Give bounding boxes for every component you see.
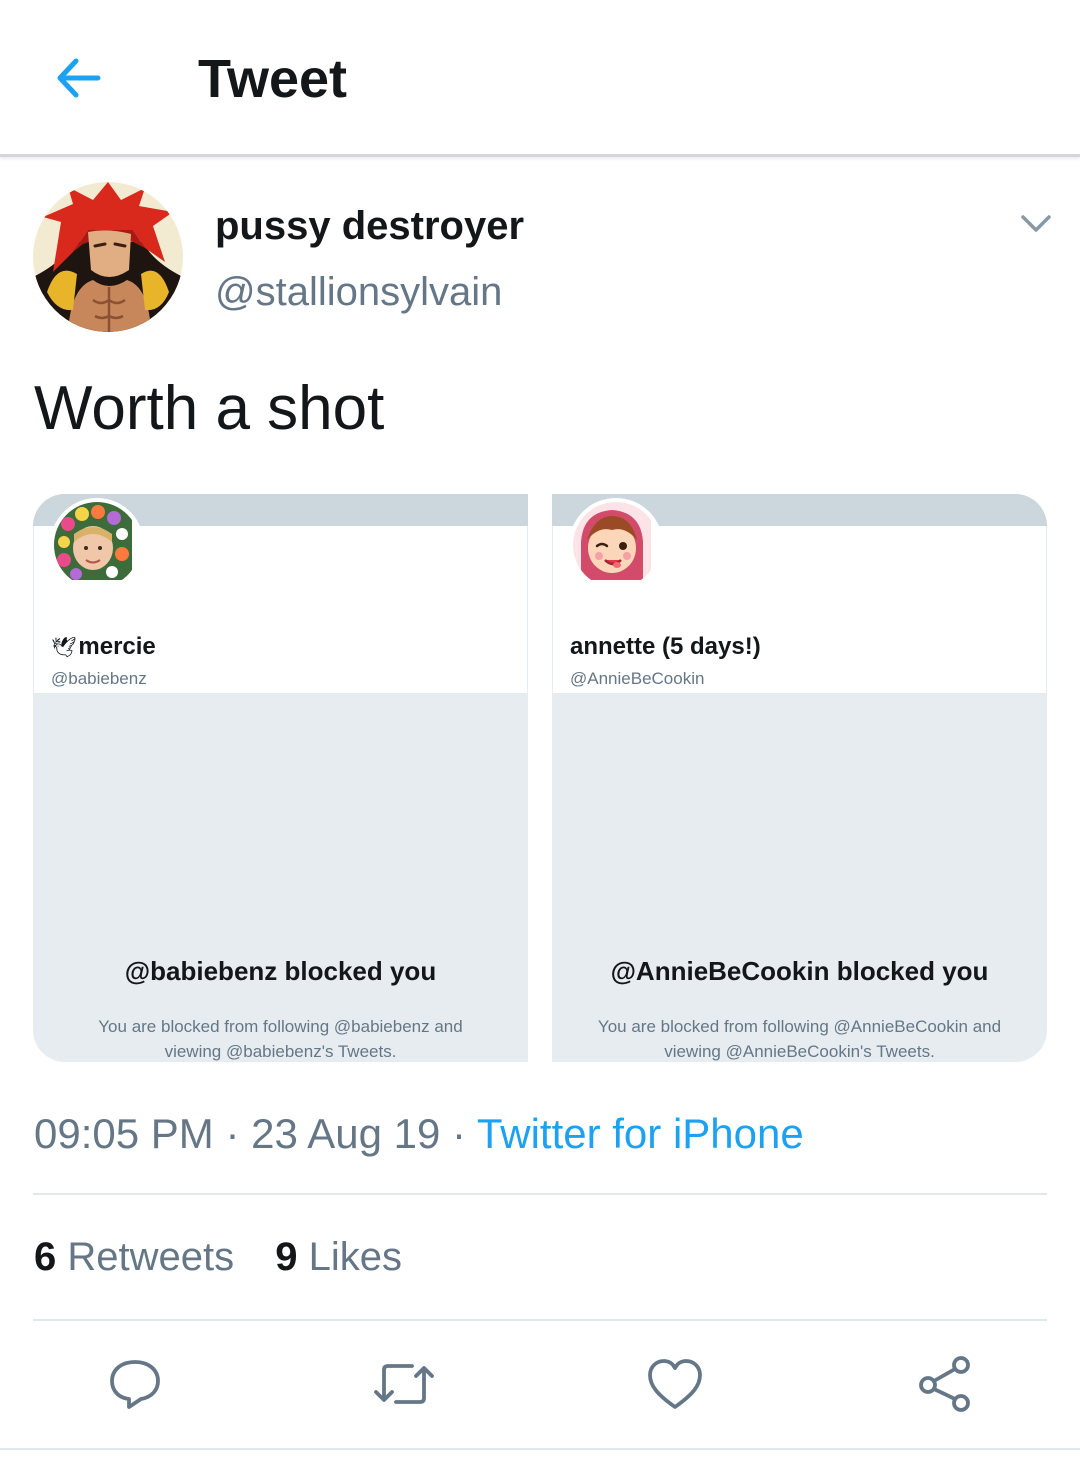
divider xyxy=(0,1448,1080,1450)
profile-card: annette (5 days!) @AnnieBeCookin xyxy=(552,498,1047,693)
profile-name: annette (5 days!) xyxy=(570,633,761,660)
separator-dot: · xyxy=(225,1110,240,1157)
separator-dot: · xyxy=(451,1110,466,1157)
retweets-count: 6 xyxy=(34,1235,57,1279)
profile-card: 🕊 mercie @babiebenz xyxy=(33,498,528,693)
chevron-down-icon xyxy=(1021,215,1051,232)
likes-label: Likes xyxy=(308,1235,403,1279)
dove-icon: 🕊 xyxy=(51,635,77,659)
blocked-title: @babiebenz blocked you xyxy=(124,956,437,986)
share-icon xyxy=(919,1356,970,1412)
blocked-title: @AnnieBeCookin blocked you xyxy=(610,956,989,986)
media-grid: 🕊 mercie @babiebenz @babiebenz blocked y… xyxy=(33,494,1047,1062)
engagement-stats: 6 Retweets 9 Likes xyxy=(34,1232,402,1282)
profile-name: 🕊 mercie xyxy=(51,632,156,662)
profile-avatar xyxy=(50,498,144,592)
media-image-2[interactable]: annette (5 days!) @AnnieBeCookin @AnnieB… xyxy=(552,494,1047,1062)
profile-name-text: mercie xyxy=(78,633,156,660)
blocked-description: You are blocked from following @AnnieBeC… xyxy=(597,1017,1002,1061)
back-button[interactable] xyxy=(48,48,108,108)
reply-icon xyxy=(110,1360,160,1409)
page-title: Tweet xyxy=(198,49,348,109)
tweet-timestamp-line: 09:05 PM · 23 Aug 19 · Twitter for iPhon… xyxy=(34,1108,804,1160)
profile-avatar xyxy=(569,498,663,592)
author-avatar[interactable] xyxy=(33,182,183,332)
divider xyxy=(33,1193,1047,1195)
profile-handle: @babiebenz xyxy=(51,669,147,688)
profile-handle: @AnnieBeCookin xyxy=(570,669,705,688)
heart-icon xyxy=(648,1359,702,1409)
arrow-left-icon xyxy=(57,58,101,98)
divider xyxy=(33,1319,1047,1321)
cooking-mama-avatar xyxy=(573,502,651,580)
author-name[interactable]: pussy destroyer xyxy=(215,202,524,250)
tweet-source-link[interactable]: Twitter for iPhone xyxy=(477,1110,804,1157)
share-button[interactable] xyxy=(913,1352,977,1416)
blocked-description: You are blocked from following @babieben… xyxy=(98,1017,463,1061)
flower-crown-avatar xyxy=(54,502,132,580)
tweet-text: Worth a shot xyxy=(34,374,385,443)
like-button[interactable] xyxy=(643,1352,707,1416)
retweets-label: Retweets xyxy=(67,1235,235,1279)
tweet-time: 09:05 PM xyxy=(34,1110,214,1157)
likes-count: 9 xyxy=(275,1235,298,1279)
top-bar: Tweet xyxy=(0,0,1080,157)
author-handle[interactable]: @stallionsylvain xyxy=(215,268,502,316)
retweet-button[interactable] xyxy=(372,1352,436,1416)
reply-button[interactable] xyxy=(103,1352,167,1416)
tweet-menu-button[interactable] xyxy=(1012,202,1060,246)
retweets-stat[interactable]: 6 Retweets xyxy=(34,1235,234,1279)
media-image-1[interactable]: 🕊 mercie @babiebenz @babiebenz blocked y… xyxy=(33,494,528,1062)
likes-stat[interactable]: 9 Likes xyxy=(275,1235,402,1279)
retweet-icon xyxy=(374,1364,434,1404)
avatar-image xyxy=(33,182,183,332)
tweet-date: 23 Aug 19 xyxy=(251,1110,441,1157)
